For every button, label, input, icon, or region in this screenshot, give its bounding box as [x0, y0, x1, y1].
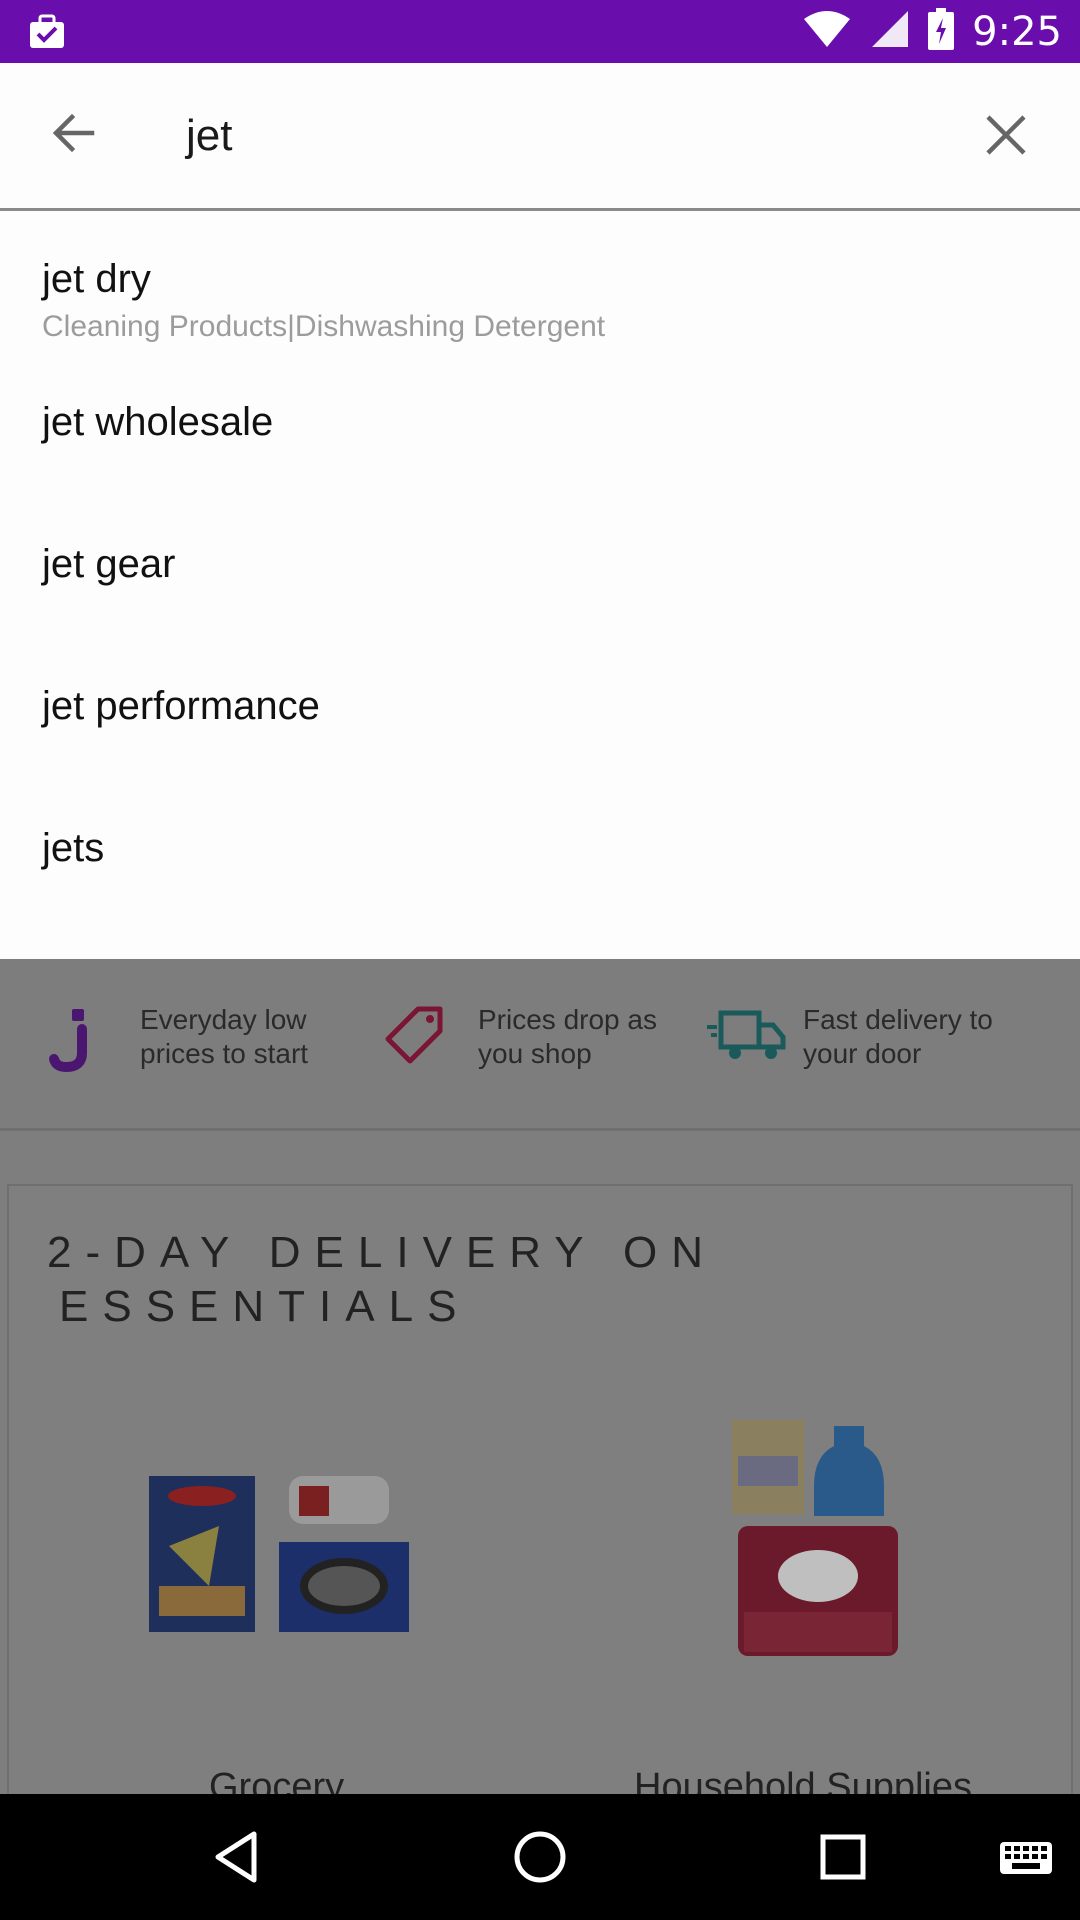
suggestion-item[interactable]: jet wholesale: [42, 400, 1042, 445]
category-label: Grocery: [209, 1766, 345, 1794]
suggestion-label: jet performance: [42, 684, 320, 728]
price-tag-icon: [380, 1003, 454, 1073]
signal-icon: [870, 9, 910, 54]
suggestion-list: jet dry Cleaning Products|Dishwashing De…: [0, 211, 1080, 959]
promo-title-line1: 2-DAY DELIVERY ON: [47, 1228, 718, 1277]
suggestion-label: jets: [42, 826, 105, 870]
arrow-left-icon[interactable]: [44, 103, 104, 163]
navigation-bar: [0, 1794, 1080, 1920]
suggestion-item[interactable]: jets: [42, 826, 1042, 871]
delivery-truck-icon: [705, 1003, 786, 1073]
close-icon[interactable]: [976, 105, 1036, 165]
keyboard-icon[interactable]: [996, 1824, 1062, 1890]
grocery-products-image[interactable]: [139, 1456, 429, 1661]
wifi-icon: [802, 9, 852, 54]
value-props-strip: Everyday low prices to start Prices drop…: [0, 959, 1080, 1131]
suggestion-item[interactable]: jet performance: [42, 684, 1042, 729]
value-prop: Prices drop as you shop: [380, 1003, 698, 1073]
briefcase-check-icon: [28, 12, 68, 52]
value-prop-text: Prices drop as you shop: [478, 1004, 657, 1069]
jet-logo-icon: [42, 1003, 116, 1073]
suggestion-category: Cleaning Products|Dishwashing Detergent: [42, 310, 606, 343]
search-bar: jet: [0, 63, 1080, 211]
value-prop: Everyday low prices to start: [42, 1003, 360, 1073]
suggestion-label: jet gear: [42, 542, 176, 586]
suggestion-label: jet wholesale: [42, 400, 274, 444]
value-prop: Fast delivery to your door: [705, 1003, 1023, 1073]
promo-title-line2: ESSENTIALS: [59, 1282, 471, 1331]
suggestion-label: jet dry: [42, 257, 151, 301]
search-input[interactable]: jet: [186, 111, 232, 161]
category-label: Household Supplies: [634, 1766, 973, 1794]
value-prop-text: Everyday low prices to start: [140, 1004, 309, 1069]
suggestion-item[interactable]: jet dry Cleaning Products|Dishwashing De…: [42, 257, 1042, 344]
promo-title: 2-DAY DELIVERY ON ESSENTIALS: [47, 1226, 947, 1334]
back-triangle-icon[interactable]: [204, 1824, 270, 1890]
status-bar: 9:25: [0, 0, 1080, 63]
suggestion-item[interactable]: jet gear: [42, 542, 1042, 587]
battery-charging-icon: [928, 8, 955, 55]
clock: 9:25: [972, 8, 1062, 55]
background-content: Everyday low prices to start Prices drop…: [0, 959, 1080, 1794]
recents-square-icon[interactable]: [810, 1824, 876, 1890]
promo-card[interactable]: 2-DAY DELIVERY ON ESSENTIALS Grocery Hou…: [7, 1184, 1073, 1794]
home-circle-icon[interactable]: [507, 1824, 573, 1890]
household-supplies-image[interactable]: [724, 1416, 904, 1671]
value-prop-text: Fast delivery to your door: [803, 1004, 993, 1069]
